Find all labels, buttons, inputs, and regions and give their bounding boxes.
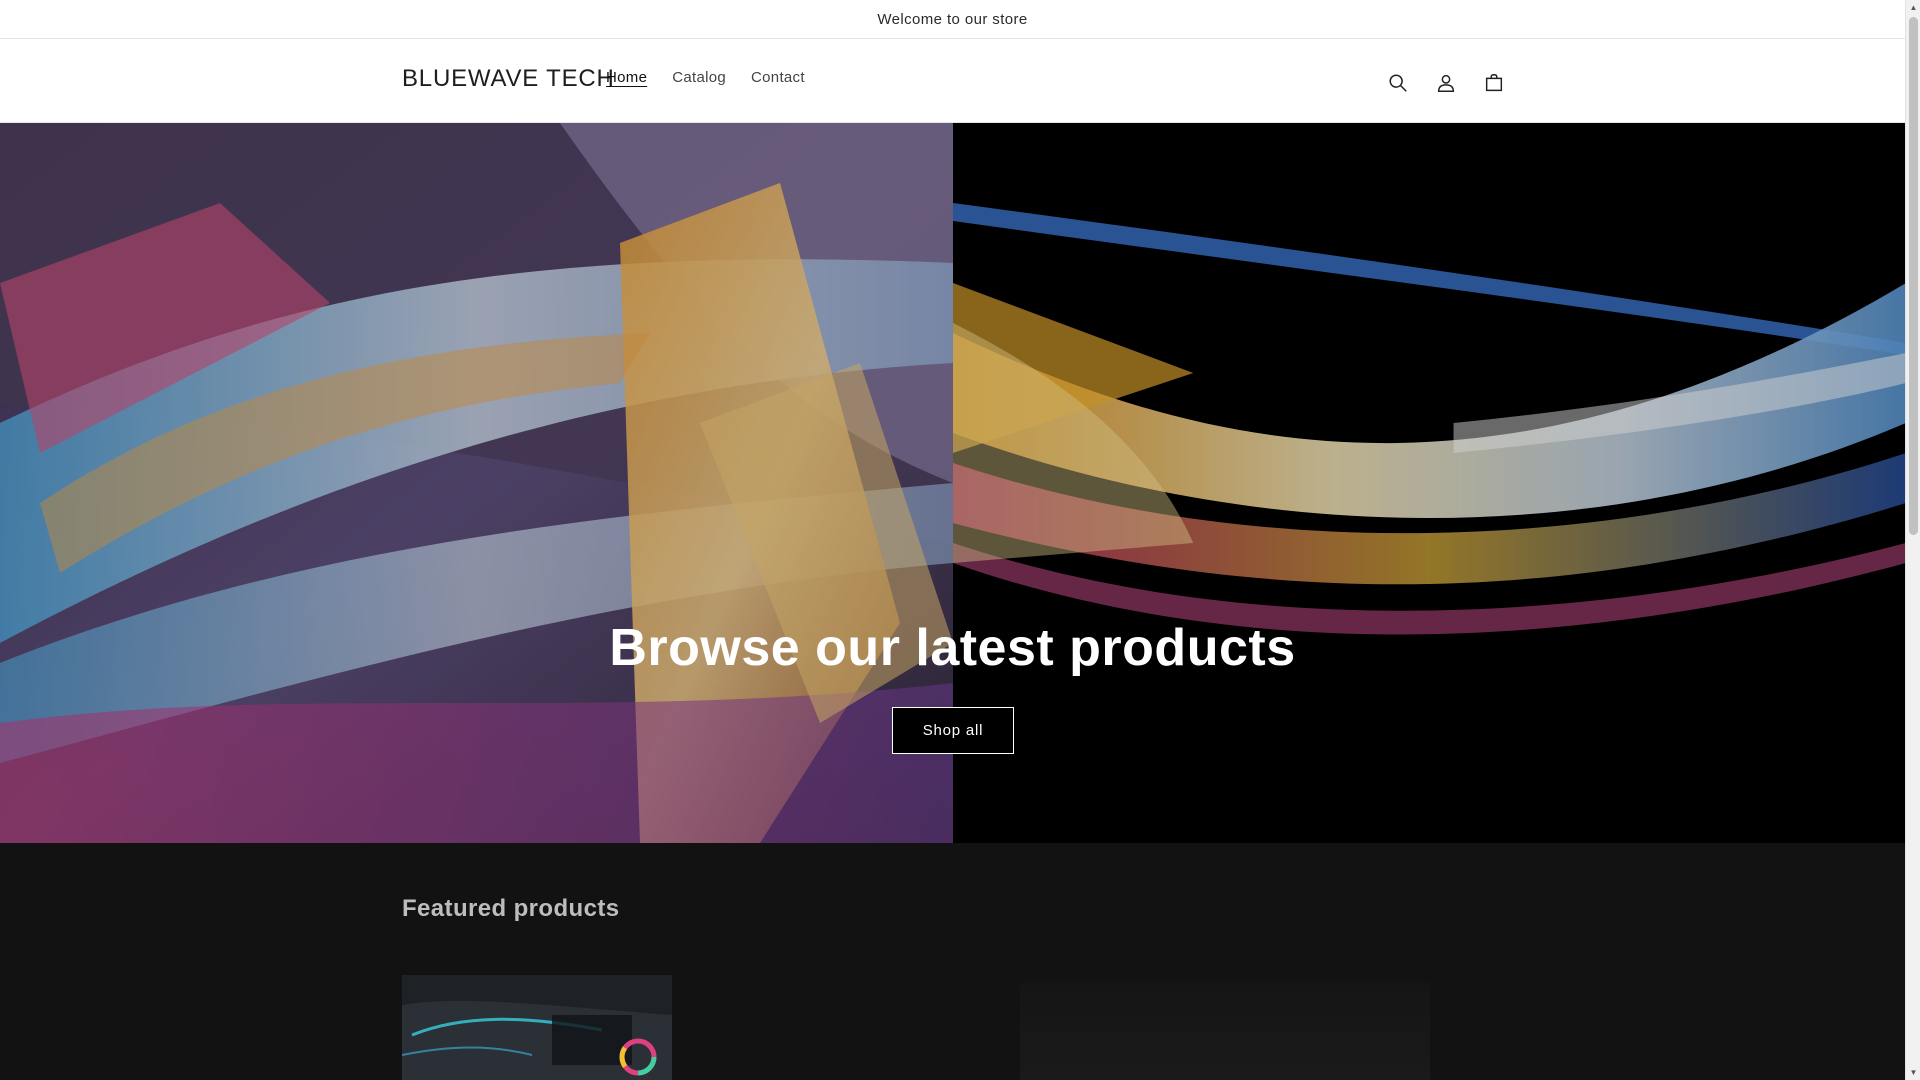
- scroll-down-icon[interactable]: ▼: [1906, 1065, 1920, 1080]
- main-nav: Home Catalog Contact: [606, 69, 805, 86]
- scroll-up-icon[interactable]: ▲: [1906, 0, 1920, 15]
- store-logo[interactable]: BLUEWAVE TECH: [402, 65, 615, 93]
- account-icon: [1437, 74, 1455, 92]
- product-card[interactable]: [402, 975, 672, 1080]
- account-button[interactable]: [1424, 61, 1468, 105]
- cart-icon: [1485, 74, 1503, 92]
- search-icon: [1389, 74, 1407, 92]
- product-image: [402, 975, 672, 1080]
- nav-contact[interactable]: Contact: [751, 69, 805, 86]
- page-scrollbar[interactable]: ▲ ▼: [1905, 0, 1920, 1080]
- hero-banner: Browse our latest products Shop all: [0, 123, 1905, 843]
- announcement-bar: Welcome to our store: [0, 0, 1905, 39]
- featured-products-title: Featured products: [402, 895, 620, 922]
- featured-products-section: Featured products: [0, 843, 1905, 1080]
- nav-home[interactable]: Home: [606, 69, 647, 86]
- hero-title: Browse our latest products: [609, 619, 1296, 677]
- header-icons: [1376, 61, 1516, 105]
- site-header: BLUEWAVE TECH Home Catalog Contact: [0, 39, 1905, 123]
- product-card-placeholder: [1230, 983, 1430, 1080]
- cart-button[interactable]: [1472, 61, 1516, 105]
- page: Welcome to our store BLUEWAVE TECH Home …: [0, 0, 1920, 1080]
- shop-all-button[interactable]: Shop all: [892, 707, 1014, 754]
- announcement-text: Welcome to our store: [877, 10, 1028, 28]
- search-button[interactable]: [1376, 61, 1420, 105]
- scroll-thumb[interactable]: [1909, 17, 1918, 535]
- nav-catalog[interactable]: Catalog: [672, 69, 726, 86]
